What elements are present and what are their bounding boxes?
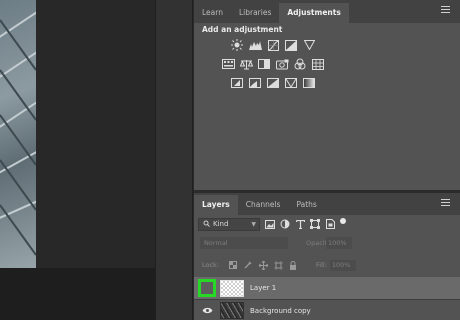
adjustment-layer-filter-icon[interactable] [280, 219, 290, 229]
filter-kind-label: Kind [213, 220, 229, 228]
gradient-map-icon[interactable] [302, 77, 316, 89]
invert-icon[interactable] [230, 77, 244, 89]
posterize-icon[interactable] [248, 77, 262, 89]
filter-kind-dropdown[interactable]: Kind ▼ [198, 217, 260, 231]
layers-panel-menu-icon[interactable] [441, 199, 450, 207]
layer-filter-row: Kind ▼ [194, 215, 460, 233]
exposure-icon[interactable] [284, 39, 298, 51]
lock-artboard-icon[interactable] [273, 260, 283, 270]
layer-visibility-toggle[interactable] [198, 279, 216, 297]
document-canvas[interactable] [0, 0, 155, 320]
threshold-icon[interactable] [266, 77, 280, 89]
fill-label: Fill: [316, 261, 327, 269]
layer-thumbnail [220, 279, 244, 297]
pixel-layer-filter-icon[interactable] [265, 219, 275, 229]
blend-row: Normal Opacity: 100% [194, 237, 460, 251]
brightness-contrast-icon[interactable] [230, 39, 244, 51]
layer-row-background-copy[interactable]: Background copy [194, 299, 460, 320]
tab-adjustments[interactable]: Adjustments [279, 3, 349, 23]
layer-thumbnail [220, 302, 244, 319]
black-white-icon[interactable] [257, 58, 271, 70]
add-adjustment-heading: Add an adjustment [202, 25, 283, 34]
document-image [0, 0, 36, 268]
opacity-field[interactable]: 100% [326, 237, 352, 249]
panel-menu-icon[interactable] [441, 6, 450, 14]
type-layer-filter-icon[interactable] [295, 219, 305, 229]
curves-icon[interactable] [266, 39, 280, 51]
channel-mixer-icon[interactable] [293, 58, 307, 70]
lock-transparent-pixels-icon[interactable] [228, 260, 238, 270]
photo-filter-icon[interactable] [275, 58, 289, 70]
shape-layer-filter-icon[interactable] [310, 219, 320, 229]
blend-mode-dropdown[interactable]: Normal [200, 237, 288, 249]
smart-object-filter-icon[interactable] [325, 219, 335, 229]
panel-dock-strip [155, 0, 193, 320]
selective-color-icon[interactable] [284, 77, 298, 89]
layers-panel: Layers Channels Paths Kind ▼ Normal Opac… [194, 193, 460, 320]
tab-layers[interactable]: Layers [194, 195, 238, 215]
eye-icon[interactable] [198, 302, 216, 320]
layer-name: Background copy [250, 306, 311, 315]
tab-channels[interactable]: Channels [238, 195, 289, 215]
chevron-down-icon: ▼ [251, 220, 256, 228]
color-lookup-icon[interactable] [311, 58, 325, 70]
layer-name: Layer 1 [250, 284, 277, 292]
lock-image-pixels-icon[interactable] [243, 260, 253, 270]
filter-toggle[interactable] [340, 218, 346, 224]
adjustments-panel: Learn Libraries Adjustments Add an adjus… [194, 0, 460, 190]
search-icon [203, 220, 210, 229]
tab-paths[interactable]: Paths [288, 195, 324, 215]
tab-libraries[interactable]: Libraries [231, 3, 279, 23]
lock-all-icon[interactable] [288, 260, 298, 270]
vibrance-icon[interactable] [302, 39, 316, 51]
lock-row: Lock: Fill: 100% [194, 259, 460, 271]
color-balance-icon[interactable] [239, 58, 253, 70]
fill-field[interactable]: 100% [329, 259, 356, 271]
lock-label: Lock: [202, 261, 220, 269]
pasteboard [0, 268, 155, 320]
adjustments-panel-tabs: Learn Libraries Adjustments [194, 0, 460, 23]
layer-row-layer-1[interactable]: Layer 1 [194, 277, 460, 299]
layers-panel-tabs: Layers Channels Paths [194, 193, 460, 215]
lock-position-icon[interactable] [258, 260, 268, 270]
levels-icon[interactable] [248, 39, 262, 51]
tab-learn[interactable]: Learn [194, 3, 231, 23]
hue-saturation-icon[interactable] [221, 58, 235, 70]
